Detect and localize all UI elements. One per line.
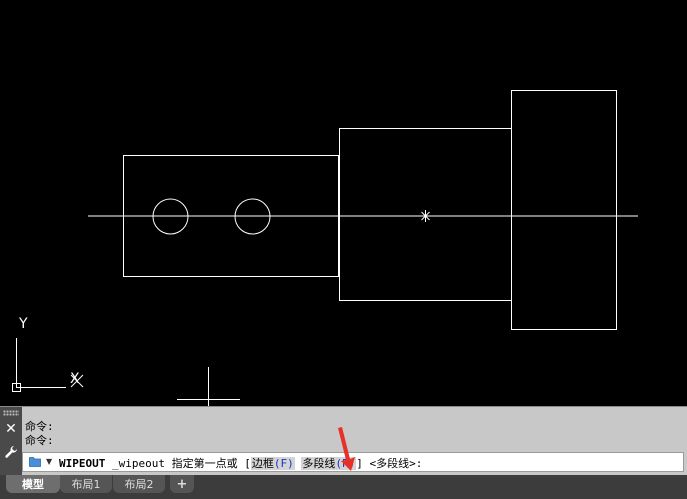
crosshair-cursor-icon xyxy=(177,367,240,406)
add-layout-button[interactable]: + xyxy=(172,476,192,494)
red-arrow-annotation xyxy=(338,427,355,471)
right-block[interactable] xyxy=(511,90,617,330)
chevron-down-icon[interactable]: ▼ xyxy=(46,457,52,466)
command-prompt-icon[interactable] xyxy=(29,456,41,467)
option-border-key: (F) xyxy=(273,457,294,470)
layout-tab-bar: 模型 布局1 布局2 + xyxy=(0,475,687,499)
tab-layout1[interactable]: 布局1 xyxy=(64,476,108,494)
command-line-sidebar: ✕ xyxy=(0,407,22,476)
command-prompt-text: WIPEOUT _wipeout 指定第一点或 [边框(F) 多段线(P)] <… xyxy=(59,455,422,471)
ucs-x-axis-label: X xyxy=(70,371,80,387)
tab-model[interactable]: 模型 xyxy=(10,476,56,494)
command-line-window: ✕ 命令: 命令: ▼ WIPEOUT _wipeout 指定第一点或 [边框(… xyxy=(0,406,687,476)
option-border[interactable]: 边框(F) xyxy=(250,457,295,470)
tab-layout2[interactable]: 布局2 xyxy=(117,476,161,494)
command-message: 指定第一点或 xyxy=(171,457,238,470)
drawing-svg[interactable]: Y X xyxy=(0,0,687,406)
option-border-label: 边框 xyxy=(251,457,274,470)
command-default: <多段线>: xyxy=(369,457,423,470)
command-name: WIPEOUT xyxy=(59,457,106,470)
drawing-canvas[interactable]: Y X xyxy=(0,0,687,406)
command-history-line: 命令: xyxy=(25,434,54,447)
drag-grip-icon[interactable] xyxy=(3,410,19,416)
command-alias: _wipeout xyxy=(111,457,165,470)
options-open-bracket: [ xyxy=(244,457,251,470)
ucs-y-axis-label: Y xyxy=(19,316,28,332)
cursor-crosshair-icon xyxy=(420,210,431,222)
close-icon[interactable]: ✕ xyxy=(4,421,18,437)
customize-wrench-icon[interactable] xyxy=(3,444,19,460)
